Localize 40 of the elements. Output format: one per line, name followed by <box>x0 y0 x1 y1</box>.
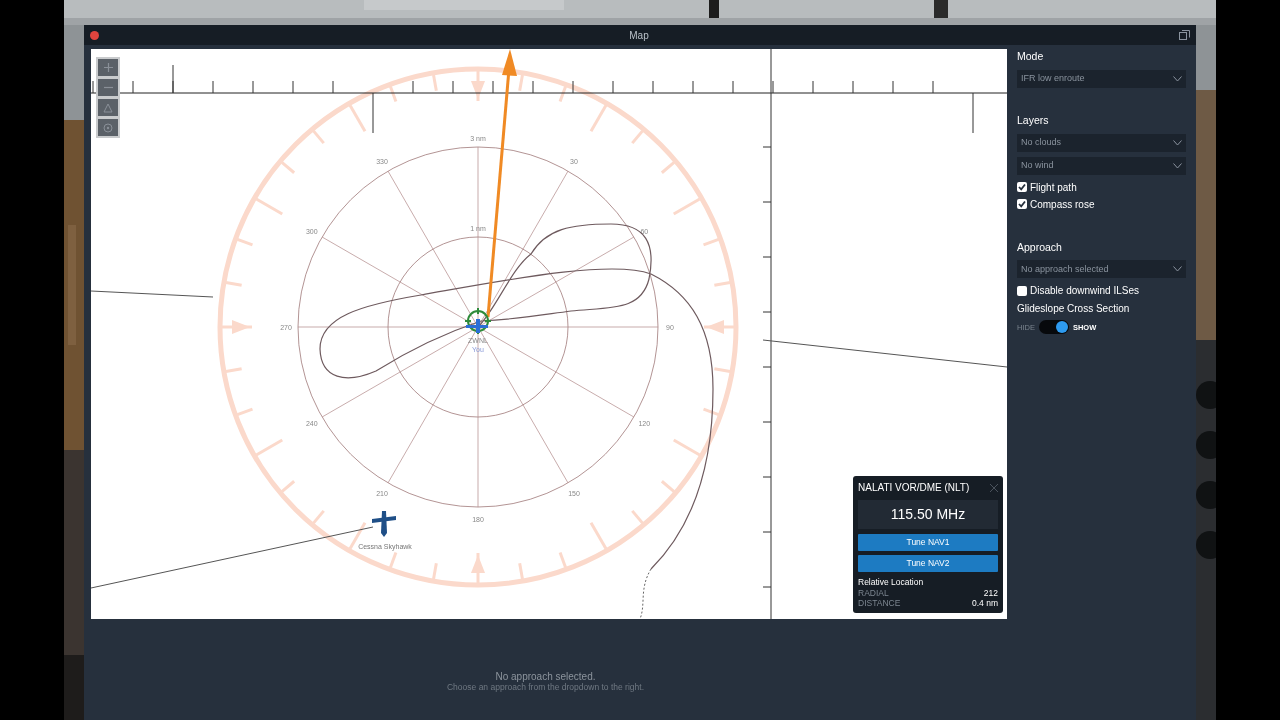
dropdown[interactable]: No clouds <box>1017 133 1186 152</box>
frequency-display: 115.50 MHz <box>858 500 998 529</box>
checkbox-label: Flight path <box>1030 180 1077 195</box>
chevron-icon <box>1173 162 1182 169</box>
section-heading: Mode <box>1017 49 1045 64</box>
checkbox[interactable] <box>1017 182 1027 192</box>
empty-message: No approach selected. <box>495 671 596 682</box>
field-label: DISTANCE <box>858 598 901 609</box>
popup-title: NALATI VOR/DME (NLT) <box>858 481 970 495</box>
plus-icon <box>103 63 113 72</box>
dropdown[interactable]: No approach selected <box>1017 260 1186 279</box>
section-heading: Relative Location <box>858 575 925 589</box>
hint-text: Choose an approach from the dropdown to the right. <box>446 682 644 692</box>
field-value: 212 <box>983 588 998 599</box>
close-button[interactable] <box>90 30 99 40</box>
field-label: RADIAL <box>858 588 889 599</box>
restore-icon[interactable] <box>1179 30 1190 40</box>
minus-icon <box>103 86 113 89</box>
field-value: 0.4 nm <box>972 598 998 609</box>
dropdown[interactable]: IFR low enroute <box>1017 69 1186 88</box>
vor-marker-icon[interactable] <box>464 307 492 335</box>
own-aircraft-icon <box>466 319 488 333</box>
chevron-icon <box>1173 139 1182 146</box>
checkbox[interactable] <box>1017 199 1027 209</box>
field-label: Glideslope Cross Section <box>1017 302 1131 317</box>
window-title: Map <box>629 28 649 43</box>
toggle-switch[interactable] <box>1038 320 1069 335</box>
checkbox-label: Disable downwind ILSes <box>1030 284 1139 299</box>
triangle-icon <box>103 102 113 113</box>
chevron-icon <box>1173 266 1182 273</box>
tune-button[interactable]: Tune NAV2 <box>858 554 998 572</box>
section-heading: Layers <box>1017 112 1050 128</box>
tune-button[interactable]: Tune NAV1 <box>858 534 998 551</box>
section-heading: Approach <box>1017 239 1063 255</box>
target-icon <box>103 122 113 133</box>
checkbox-label: Compass rose <box>1030 197 1095 212</box>
aircraft-icon[interactable] <box>372 511 396 537</box>
chevron-icon <box>1173 75 1182 82</box>
dropdown[interactable]: No wind <box>1017 156 1186 175</box>
checkbox[interactable] <box>1017 285 1027 296</box>
